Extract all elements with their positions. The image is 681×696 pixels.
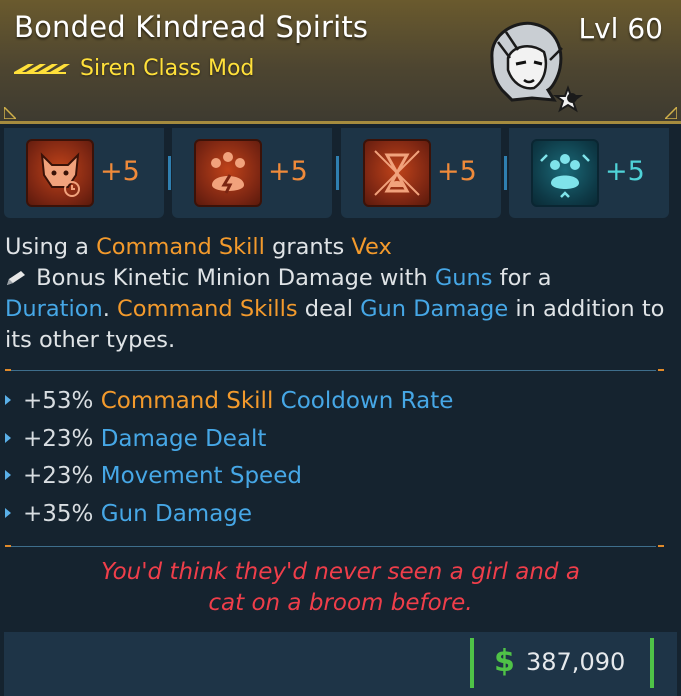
skill-separator <box>336 156 339 190</box>
item-description: Using a Command Skill grants Vex Bonus K… <box>5 234 665 353</box>
skill-points: +5 <box>605 156 645 187</box>
stat-line: +53% Command Skill Cooldown Rate <box>5 384 670 422</box>
stat-line: +23% Movement Speed <box>5 459 670 497</box>
kinetic-damage-icon <box>7 271 25 285</box>
stat-list: +53% Command Skill Cooldown Rate +23% Da… <box>5 384 670 534</box>
skill-bonus-3[interactable]: +5 <box>341 128 501 218</box>
skill-points: +5 <box>268 156 308 187</box>
skill-separator <box>504 156 507 190</box>
header-corner-left <box>4 107 16 119</box>
paw-lightning-skill-icon <box>194 139 262 207</box>
stat-line: +35% Gun Damage <box>5 497 670 535</box>
item-level: Lvl 60 <box>578 12 663 45</box>
section-divider <box>5 545 664 547</box>
skill-points: +5 <box>100 156 140 187</box>
skill-bonus-4[interactable]: +5 <box>509 128 669 218</box>
item-footer: $ 387,090 <box>4 632 677 696</box>
item-card: Bonded Kindread Spirits Lvl 60 Siren Cla… <box>0 0 681 696</box>
skill-bonus-2[interactable]: +5 <box>172 128 332 218</box>
skill-separator <box>168 156 171 190</box>
currency-icon: $ <box>494 644 515 679</box>
legendary-rarity-icon <box>14 64 70 74</box>
paw-arrows-skill-icon <box>531 139 599 207</box>
item-subtitle: Siren Class Mod <box>14 54 254 82</box>
skill-points: +5 <box>437 156 477 187</box>
skill-bonus-1[interactable]: +5 <box>4 128 164 218</box>
section-divider <box>5 369 664 371</box>
flavor-text: You'd think they'd never seen a girl and… <box>101 559 580 616</box>
skill-bonus-row: +5 +5 +5 +5 <box>4 128 677 218</box>
header-corner-right <box>665 107 677 119</box>
price-value: 387,090 <box>526 648 626 676</box>
hourglass-creature-skill-icon <box>363 139 431 207</box>
stat-line: +23% Damage Dealt <box>5 422 670 460</box>
price-display: $ 387,090 <box>470 638 654 688</box>
item-name: Bonded Kindread Spirits <box>14 10 369 44</box>
class-mod-type: Siren Class Mod <box>80 55 255 81</box>
siren-vex-portrait-icon <box>490 21 584 113</box>
fox-timer-skill-icon <box>26 139 94 207</box>
item-header: Bonded Kindread Spirits Lvl 60 Siren Cla… <box>0 0 681 124</box>
